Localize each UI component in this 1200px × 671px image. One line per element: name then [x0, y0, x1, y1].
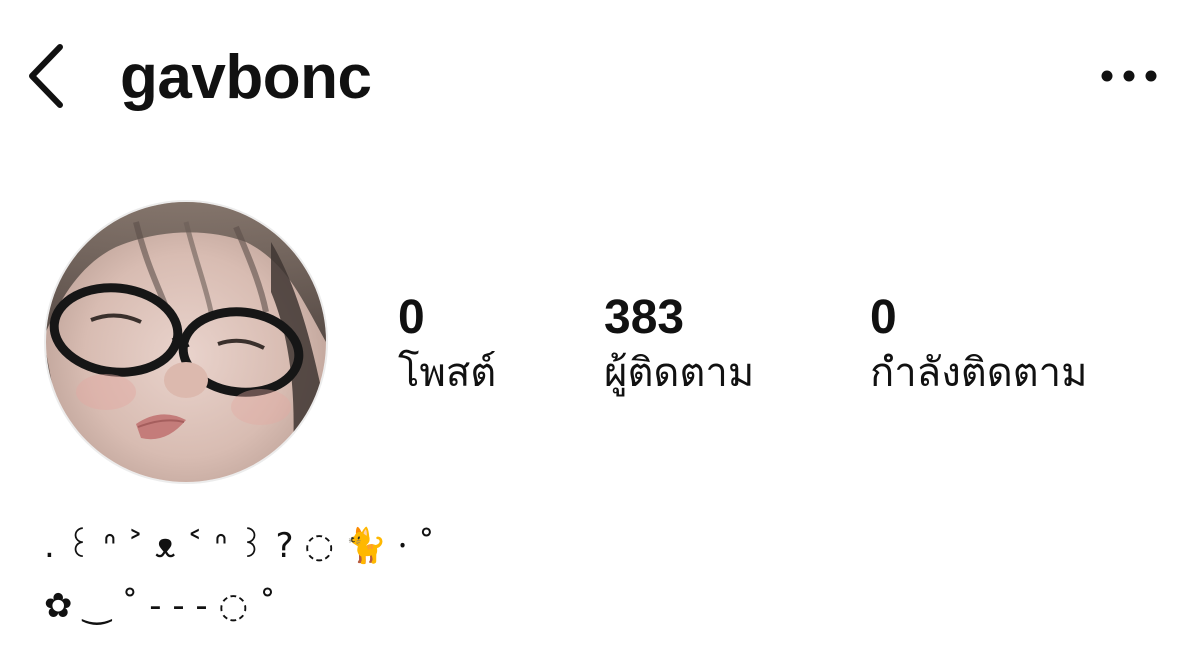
posts-label: โพสต์: [398, 350, 497, 396]
more-horizontal-icon: [1101, 70, 1157, 82]
profile-bio: . ꒰ ᐢ ˃ ᴥ ˂ ᐢ ꒱ ? ◌ 🐈 ⸱ ˚ ✿ ‿ ˚ - - - ◌ …: [44, 520, 744, 640]
avatar-photo: [46, 202, 326, 482]
followers-count: 383: [604, 291, 685, 344]
stat-following[interactable]: 0 กำลังติดตาม: [870, 290, 1087, 400]
chevron-left-icon: [29, 44, 63, 108]
followers-label: ผู้ติดตาม: [604, 350, 755, 396]
profile-username: gavbonc: [120, 43, 372, 112]
posts-count: 0: [398, 291, 425, 344]
profile-avatar[interactable]: [46, 202, 326, 482]
top-navigation-bar: gavbonc: [0, 0, 1200, 150]
following-count: 0: [870, 291, 897, 344]
bio-line-2: ✿ ‿ ˚ - - - ◌ ˚: [44, 586, 276, 626]
more-options-button[interactable]: [1096, 56, 1162, 96]
bio-line-1: . ꒰ ᐢ ˃ ᴥ ˂ ᐢ ꒱ ? ◌ 🐈 ⸱ ˚: [44, 526, 435, 566]
following-label: กำลังติดตาม: [870, 350, 1088, 396]
stat-posts[interactable]: 0 โพสต์: [398, 290, 496, 400]
profile-page: gavbonc 0 โพสต์ 383 ผู้ติดตาม 0 กำลังติด…: [0, 0, 1200, 671]
back-button[interactable]: [18, 40, 74, 112]
stat-followers[interactable]: 383 ผู้ติดตาม: [604, 290, 754, 400]
